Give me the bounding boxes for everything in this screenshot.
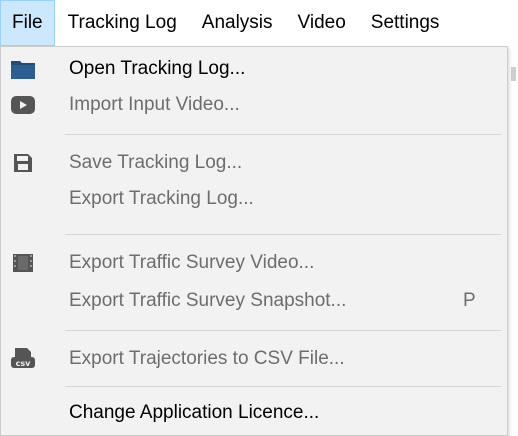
film-icon	[11, 252, 35, 274]
svg-text:csv: csv	[16, 359, 32, 368]
save-icon	[11, 152, 35, 174]
menu-item-import-input-video[interactable]: Import Input Video...	[1, 87, 507, 123]
menu-separator	[65, 134, 501, 135]
menu-separator	[65, 386, 501, 387]
menu-file[interactable]: File	[0, 0, 55, 46]
menu-item-change-application-licence[interactable]: Change Application Licence...	[1, 395, 507, 431]
menu-item-label: Export Traffic Survey Video...	[69, 252, 315, 273]
menu-item-label: Export Trajectories to CSV File...	[69, 348, 345, 369]
menu-item-save-tracking-log[interactable]: Save Tracking Log...	[1, 145, 507, 181]
scroll-tick	[511, 67, 516, 81]
menu-item-export-traffic-survey-video[interactable]: Export Traffic Survey Video...	[1, 245, 507, 281]
menu-item-label: Export Traffic Survey Snapshot...	[69, 290, 347, 311]
menu-item-open-tracking-log[interactable]: Open Tracking Log...	[1, 51, 507, 87]
video-play-icon	[11, 94, 35, 116]
menu-separator	[65, 234, 501, 235]
menu-item-export-trajectories-csv[interactable]: csv Export Trajectories to CSV File...	[1, 341, 507, 377]
csv-icon: csv	[11, 348, 35, 370]
menu-tracking-log[interactable]: Tracking Log	[56, 0, 189, 46]
menu-item-export-traffic-survey-snapshot[interactable]: Export Traffic Survey Snapshot... P	[1, 283, 507, 319]
background-window-edge	[508, 46, 518, 436]
menu-item-label: Change Application Licence...	[69, 402, 320, 423]
menu-item-label: Export Tracking Log...	[69, 188, 254, 209]
file-dropdown-menu: Open Tracking Log... Import Input Video.…	[0, 46, 508, 436]
menu-settings[interactable]: Settings	[359, 0, 452, 46]
menu-separator	[65, 330, 501, 331]
menu-bar: File Tracking Log Analysis Video Setting…	[0, 0, 518, 46]
shortcut-key: P	[463, 290, 476, 311]
menu-item-label: Save Tracking Log...	[69, 152, 243, 173]
menu-item-label: Open Tracking Log...	[69, 58, 246, 79]
folder-icon	[11, 58, 35, 80]
menu-analysis[interactable]: Analysis	[190, 0, 285, 46]
menu-item-label: Import Input Video...	[69, 94, 240, 115]
menu-video[interactable]: Video	[286, 0, 358, 46]
menu-item-export-tracking-log[interactable]: Export Tracking Log...	[1, 181, 507, 217]
